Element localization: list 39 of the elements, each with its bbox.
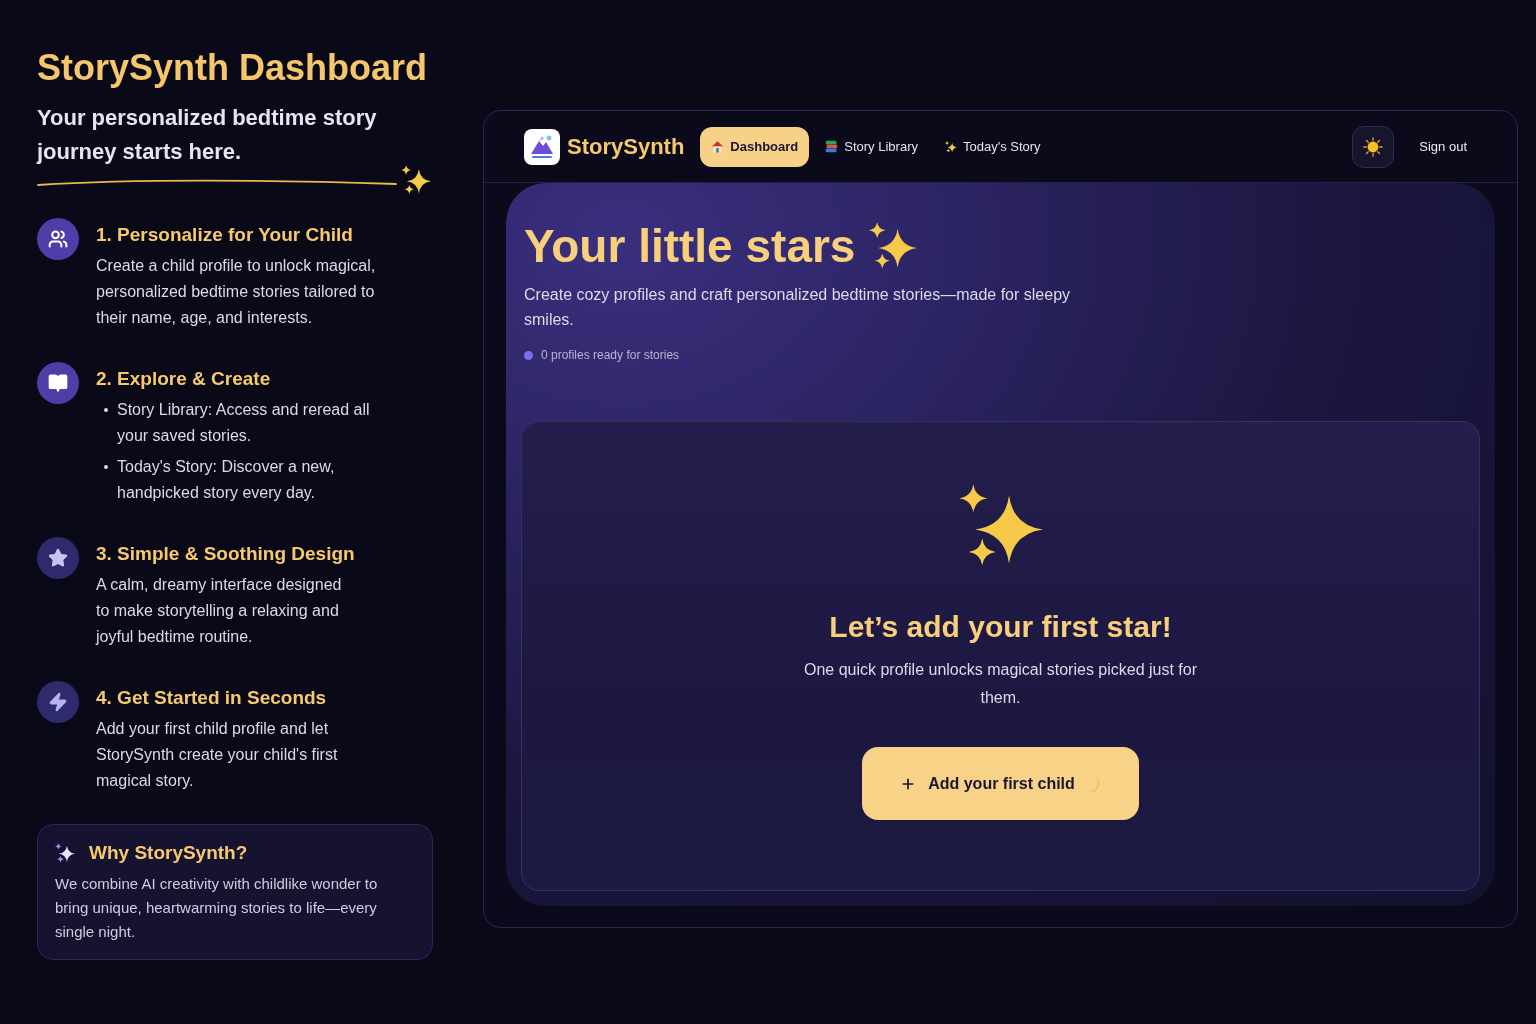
hero-title: Your little stars <box>524 219 856 274</box>
sign-out-button[interactable]: Sign out <box>1407 128 1479 165</box>
nav-tab[interactable]: Dashboard <box>700 126 810 167</box>
books-icon <box>825 140 839 153</box>
bullet-icon <box>104 465 108 469</box>
people-icon <box>37 218 79 260</box>
feature-title: 3. Simple & Soothing Design <box>96 542 355 566</box>
bullet-text: Today's Story: Discover a new, handpicked story every day. <box>117 457 336 503</box>
feature-title: 1. Personalize for Your Child <box>96 223 354 247</box>
nav-tab[interactable]: Today's Story <box>933 126 1052 167</box>
profile-count-status: 0 profiles ready for stories <box>541 347 680 364</box>
logo-icon <box>524 128 560 165</box>
nav-tab[interactable]: Story Library <box>814 126 929 167</box>
sparkles-icon <box>869 222 918 270</box>
sparkles-icon <box>55 843 75 863</box>
sun-icon <box>1363 136 1384 157</box>
brand-name: StorySynth <box>567 133 685 161</box>
page-subtitle: Your personalized bedtime story journey starts here. <box>37 104 378 166</box>
open-book-icon <box>37 362 79 404</box>
house-icon <box>711 140 725 153</box>
bullet-text: Story Library: Access and reread all your saved stories. <box>117 400 371 446</box>
feature-title: 2. Explore & Create <box>96 367 272 391</box>
info-card-title: Why StorySynth? <box>89 841 248 865</box>
page-title: StorySynth Dashboard <box>37 46 429 90</box>
feature-description: A calm, dreamy interface designed to make storytelling a relaxing and joyful bedtime routine. <box>96 575 343 647</box>
hero-subtitle: Create cozy profiles and craft personalized bedtime stories—made for sleepy smiles. <box>523 285 1072 330</box>
sparkles-icon <box>944 140 957 153</box>
bullet-icon <box>104 408 108 412</box>
feature-description: Add your first child profile and let StorySynth create your child's first magical story. <box>96 719 339 791</box>
feature-description: Create a child profile to unlock magical, personalized bedtime stories tailored to their name, age, and interests. <box>96 256 377 328</box>
empty-state-text: One quick profile unlocks magical stories picked just for them. <box>802 660 1199 708</box>
theme-toggle-button[interactable] <box>1352 125 1395 168</box>
crescent-moon-icon <box>1086 774 1101 793</box>
sparkles-icon <box>401 165 431 195</box>
info-card-text: We combine AI creativity with childlike wonder to bring unique, heartwarming stories to life—every single night. <box>55 874 379 942</box>
lightning-bolt-icon <box>37 681 79 723</box>
add-child-button[interactable]: Add your first child <box>862 747 1139 820</box>
empty-state-title: Let’s add your first star! <box>829 609 1172 645</box>
feature-title: 4. Get Started in Seconds <box>96 686 328 710</box>
